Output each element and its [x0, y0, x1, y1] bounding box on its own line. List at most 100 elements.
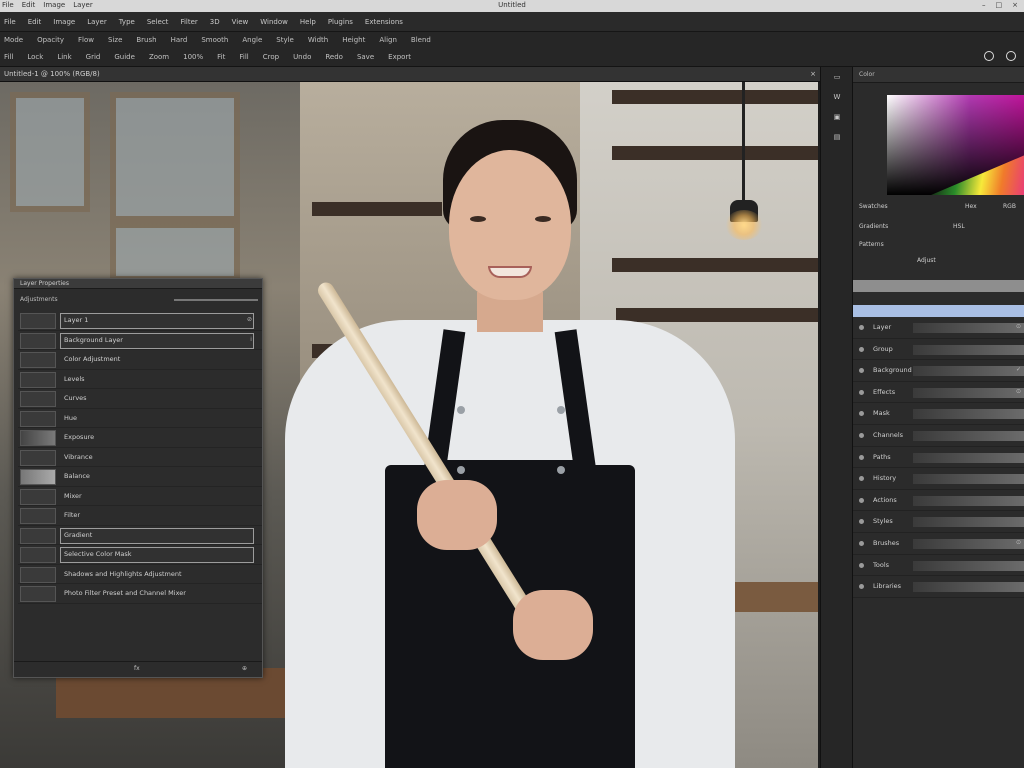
layer-row[interactable]: Layer 1 ⊘ [18, 311, 262, 331]
visibility-icon[interactable] [859, 389, 864, 395]
close-icon[interactable]: × [1012, 1, 1018, 9]
layer-list-item[interactable]: Libraries [853, 576, 1024, 598]
visibility-icon[interactable] [859, 519, 864, 525]
layer-row[interactable]: Shadows and Highlights Adjustment [18, 565, 262, 584]
color-panel-header[interactable]: Color [853, 67, 1024, 83]
option-item[interactable]: Angle [242, 36, 262, 44]
menu-item[interactable]: File [4, 18, 16, 26]
layer-list-item[interactable]: Channels [853, 425, 1024, 447]
hsl-label[interactable]: HSL [953, 223, 965, 230]
adjust-label[interactable]: Adjust [917, 257, 936, 264]
patterns-tab[interactable]: Patterns [859, 241, 884, 248]
close-tab-icon[interactable]: × [810, 70, 816, 78]
layer-list-item[interactable]: Actions [853, 490, 1024, 512]
option-item[interactable]: 100% [183, 53, 203, 61]
layer-row[interactable]: Exposure [18, 428, 262, 448]
minimize-icon[interactable]: – [982, 1, 986, 9]
option-item[interactable]: Guide [114, 53, 135, 61]
option-item[interactable]: Mode [4, 36, 23, 44]
option-item[interactable]: Save [357, 53, 374, 61]
layer-row[interactable]: Selective Color Mask [18, 545, 262, 565]
option-item[interactable]: Size [108, 36, 122, 44]
layer-list-item[interactable]: Paths [853, 447, 1024, 469]
option-item[interactable]: Zoom [149, 53, 169, 61]
tool-frame-icon[interactable]: ▣ [829, 113, 845, 127]
visibility-icon[interactable] [859, 562, 864, 568]
selected-layer-bar[interactable] [853, 305, 1024, 317]
option-item[interactable]: Undo [293, 53, 311, 61]
search-icon[interactable] [984, 51, 994, 61]
layer-handle-icon[interactable]: ⁞ [250, 336, 252, 343]
maximize-icon[interactable]: □ [996, 1, 1003, 9]
option-item[interactable]: Hard [171, 36, 188, 44]
visibility-icon[interactable] [859, 476, 864, 482]
visibility-icon[interactable] [859, 346, 864, 352]
layer-row[interactable]: Hue [18, 409, 262, 428]
option-item[interactable]: Opacity [37, 36, 64, 44]
tool-marquee-icon[interactable]: ▭ [829, 73, 845, 87]
visibility-icon[interactable] [859, 584, 864, 590]
layer-row[interactable]: Curves [18, 389, 262, 409]
layer-status-icon[interactable]: ⊙ [1016, 388, 1021, 395]
menu-item[interactable]: 3D [210, 18, 220, 26]
visibility-icon[interactable] [859, 411, 864, 417]
add-layer-icon[interactable]: ⊕ [242, 665, 247, 672]
option-item[interactable]: Fill [4, 53, 13, 61]
layer-status-icon[interactable]: ⊙ [1016, 539, 1021, 546]
menu-item[interactable]: Select [147, 18, 169, 26]
option-item[interactable]: Blend [411, 36, 431, 44]
option-item[interactable]: Grid [86, 53, 101, 61]
panel-header[interactable]: Layer Properties [14, 279, 262, 289]
layer-row[interactable]: Photo Filter Preset and Channel Mixer [18, 584, 262, 604]
layer-row[interactable]: Gradient [18, 526, 262, 545]
swatches-tab[interactable]: Swatches [859, 203, 888, 210]
layer-status-icon[interactable]: ⊙ [1016, 323, 1021, 330]
layer-lock-icon[interactable]: ⊘ [247, 316, 252, 323]
visibility-icon[interactable] [859, 497, 864, 503]
layer-list-item[interactable]: Layer ⊙ [853, 317, 1024, 339]
layer-row[interactable]: Filter [18, 506, 262, 526]
option-item[interactable]: Brush [136, 36, 156, 44]
option-item[interactable]: Align [379, 36, 397, 44]
layer-row[interactable]: Balance [18, 467, 262, 487]
panel-slider[interactable] [174, 299, 258, 301]
menu-item[interactable]: Help [300, 18, 316, 26]
option-item[interactable]: Lock [27, 53, 43, 61]
option-item[interactable]: Width [308, 36, 328, 44]
rgb-label[interactable]: RGB [1003, 203, 1016, 210]
layer-row[interactable]: Vibrance [18, 448, 262, 467]
layer-list-item[interactable]: Brushes ⊙ [853, 533, 1024, 555]
menu-item[interactable]: Edit [28, 18, 42, 26]
layer-list-item[interactable]: Mask [853, 403, 1024, 425]
option-item[interactable]: Export [388, 53, 411, 61]
option-item[interactable]: Flow [78, 36, 94, 44]
menu-item[interactable]: Image [53, 18, 75, 26]
layer-list-item[interactable]: Styles [853, 511, 1024, 533]
menu-item[interactable]: Window [260, 18, 288, 26]
layer-list-item[interactable]: History [853, 468, 1024, 490]
visibility-icon[interactable] [859, 325, 864, 330]
option-item[interactable]: Height [342, 36, 365, 44]
layer-list-item[interactable]: Background ✓ [853, 360, 1024, 382]
tool-grid-icon[interactable]: ▤ [829, 133, 845, 147]
layer-row[interactable]: Levels [18, 370, 262, 389]
tool-wand-icon[interactable]: W [829, 93, 845, 107]
gradients-tab[interactable]: Gradients [859, 223, 888, 230]
option-item[interactable]: Redo [325, 53, 343, 61]
option-item[interactable]: Fit [217, 53, 225, 61]
layer-name-field[interactable] [60, 313, 254, 329]
option-item[interactable]: Link [57, 53, 71, 61]
visibility-icon[interactable] [859, 368, 864, 374]
option-item[interactable]: Crop [263, 53, 279, 61]
layer-row[interactable]: Background Layer ⁞ [18, 331, 262, 350]
menu-item[interactable]: Type [119, 18, 135, 26]
layer-list-item[interactable]: Group [853, 339, 1024, 361]
option-item[interactable]: Fill [239, 53, 248, 61]
menu-item[interactable]: Extensions [365, 18, 403, 26]
visibility-icon[interactable] [859, 454, 864, 460]
menu-item[interactable]: Layer [87, 18, 107, 26]
fx-button[interactable]: fx [134, 665, 140, 672]
hex-label[interactable]: Hex [965, 203, 977, 210]
visibility-icon[interactable] [859, 540, 864, 546]
menu-item[interactable]: Filter [180, 18, 197, 26]
